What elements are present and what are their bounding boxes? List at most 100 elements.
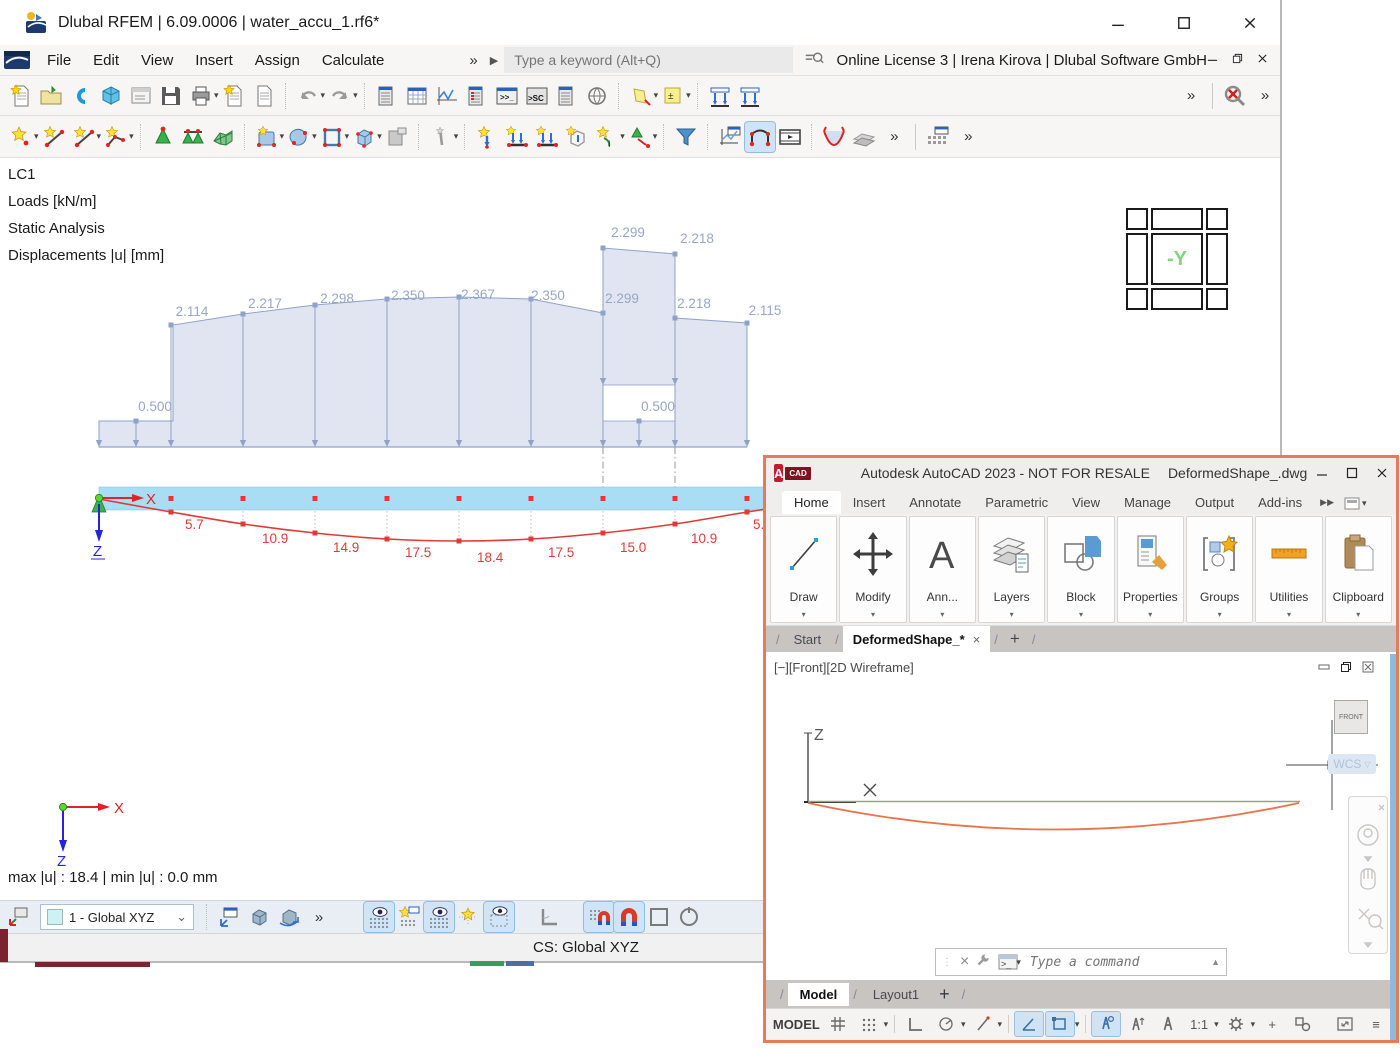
new-printout-report-button[interactable] bbox=[219, 81, 249, 111]
snap-mode-icon[interactable] bbox=[855, 1012, 883, 1036]
tab-annotate[interactable]: Annotate bbox=[897, 491, 973, 514]
command-wrench-icon[interactable] bbox=[976, 952, 991, 972]
support-assistant-button[interactable] bbox=[582, 81, 612, 111]
search-list-icon[interactable] bbox=[803, 49, 825, 71]
results-navigator-button[interactable] bbox=[462, 81, 492, 111]
panel-expand-icon[interactable]: ▾ bbox=[871, 604, 875, 622]
toolbar2-more-button[interactable]: » bbox=[879, 122, 909, 152]
menu-item-insert[interactable]: Insert bbox=[184, 48, 244, 73]
new-imposed-line-button[interactable] bbox=[592, 122, 622, 152]
panel-expand-icon[interactable]: ▾ bbox=[1079, 604, 1083, 622]
view-cube-corner[interactable] bbox=[1126, 288, 1148, 310]
ribbon-tab-overflow-icon[interactable]: ▶▶ bbox=[1314, 491, 1340, 514]
new-model-button[interactable] bbox=[6, 81, 36, 111]
undo-button[interactable] bbox=[293, 81, 323, 111]
model-data-button[interactable] bbox=[126, 81, 156, 111]
new-line-support-button[interactable] bbox=[178, 122, 208, 152]
panel-expand-icon[interactable]: ▾ bbox=[1218, 604, 1222, 622]
object-snap-tracking-icon[interactable] bbox=[1015, 1012, 1043, 1036]
new-member-button[interactable] bbox=[69, 122, 99, 152]
new-node-button[interactable] bbox=[6, 122, 36, 152]
toolbar2-more-2-button[interactable]: » bbox=[953, 122, 983, 152]
panel-minimize-icon[interactable] bbox=[1207, 51, 1218, 69]
ribbon-panel-block[interactable]: Block▾ bbox=[1047, 516, 1114, 623]
menu-item-file[interactable]: File bbox=[36, 48, 82, 73]
new-nodal-load-button[interactable] bbox=[472, 122, 502, 152]
model-cube-button[interactable] bbox=[96, 81, 126, 111]
file-tab-close-icon[interactable]: × bbox=[973, 632, 981, 647]
autocad-minimize-button[interactable] bbox=[1307, 462, 1337, 484]
ribbon-panel-clipboard[interactable]: Clipboard▾ bbox=[1325, 516, 1392, 623]
layout-tab-layout1[interactable]: Layout1 bbox=[861, 983, 931, 1006]
new-imposed-support-button[interactable] bbox=[625, 122, 655, 152]
object-snap-icon[interactable] bbox=[1046, 1012, 1074, 1036]
panel-restore-icon[interactable] bbox=[1232, 51, 1243, 69]
panel-expand-icon[interactable]: ▾ bbox=[1287, 604, 1291, 622]
viewport-minimize-icon[interactable] bbox=[1318, 660, 1330, 678]
view-cube-face[interactable]: -Y bbox=[1151, 233, 1203, 285]
command-grip[interactable]: ⋮ bbox=[942, 957, 953, 968]
new-surface-button[interactable] bbox=[252, 122, 282, 152]
new-layout-button[interactable]: + bbox=[931, 984, 958, 1005]
rotate-view-button[interactable] bbox=[274, 902, 304, 932]
zoom-reset-button[interactable] bbox=[1220, 81, 1250, 111]
new-rect-surface-button[interactable] bbox=[317, 122, 347, 152]
workspace-switching-icon[interactable] bbox=[1222, 1012, 1250, 1036]
panel-expand-icon[interactable]: ▾ bbox=[802, 604, 806, 622]
show-values-button[interactable] bbox=[424, 902, 454, 932]
script-panel-button[interactable] bbox=[522, 81, 552, 111]
new-line-button[interactable] bbox=[39, 122, 69, 152]
ribbon-collapse-icon[interactable]: ▾ bbox=[1340, 493, 1371, 514]
diagram-panel-button[interactable] bbox=[432, 81, 462, 111]
menu-item-view[interactable]: View bbox=[130, 48, 184, 73]
autocad-view-cube-front[interactable]: FRONT bbox=[1334, 700, 1368, 734]
dropdown-arrow-icon[interactable]: ▾ bbox=[998, 1019, 1003, 1030]
isometric-view-button[interactable] bbox=[244, 902, 274, 932]
ucs-indicator-button[interactable] bbox=[534, 902, 564, 932]
generated-load-1-button[interactable] bbox=[705, 81, 735, 111]
dlubal-center-button[interactable] bbox=[66, 81, 96, 111]
ribbon-panel-groups[interactable]: Groups▾ bbox=[1186, 516, 1253, 623]
viewport-cs-dropdown[interactable]: 1 - Global XYZ⌄ bbox=[40, 904, 194, 930]
annotation-visibility-icon[interactable] bbox=[1092, 1012, 1120, 1036]
menu-item-edit[interactable]: Edit bbox=[82, 48, 130, 73]
selection-circle-button[interactable] bbox=[674, 902, 704, 932]
panel-expand-icon[interactable]: ▾ bbox=[1148, 604, 1152, 622]
new-view-button[interactable] bbox=[214, 902, 244, 932]
command-line[interactable]: ⋮ × ▾ ▲ bbox=[935, 948, 1227, 976]
isolate-objects-icon[interactable] bbox=[1289, 1012, 1317, 1036]
show-numbering-button[interactable] bbox=[364, 902, 394, 932]
new-free-load-button[interactable] bbox=[562, 122, 592, 152]
rfem-close-button[interactable] bbox=[1228, 6, 1272, 40]
show-results-button[interactable] bbox=[745, 122, 775, 152]
navigator-panel-button[interactable] bbox=[372, 81, 402, 111]
status-plus[interactable]: + bbox=[1258, 1012, 1286, 1036]
autocad-close-button[interactable] bbox=[1367, 462, 1397, 484]
menu-item-calculate[interactable]: Calculate bbox=[311, 48, 396, 73]
edit-note-button[interactable] bbox=[658, 81, 688, 111]
edit-section-button[interactable] bbox=[626, 81, 656, 111]
menu-overflow-chevron[interactable]: » bbox=[463, 52, 483, 69]
mode-shapes-button[interactable] bbox=[819, 122, 849, 152]
new-member-load-button[interactable] bbox=[502, 122, 532, 152]
save-button[interactable] bbox=[156, 81, 186, 111]
panel-expand-icon[interactable]: ▾ bbox=[940, 604, 944, 622]
tab-addins[interactable]: Add-ins bbox=[1246, 491, 1314, 514]
snap-objects-button[interactable] bbox=[614, 902, 644, 932]
show-grid-points-button[interactable] bbox=[454, 902, 484, 932]
autocad-drawing-area[interactable]: Z [−][Front][2D Wireframe] FRONT WCS▽ bbox=[766, 652, 1396, 980]
autoscale-annotations-icon[interactable] bbox=[1123, 1012, 1151, 1036]
viewport-restore-icon[interactable] bbox=[1340, 660, 1352, 678]
annotation-scale-icon-icon[interactable] bbox=[1154, 1012, 1182, 1036]
view-cube-corner[interactable] bbox=[1126, 208, 1148, 230]
new-file-tab-button[interactable]: + bbox=[1002, 629, 1028, 649]
tab-output[interactable]: Output bbox=[1183, 491, 1246, 514]
ortho-mode-icon[interactable] bbox=[901, 1012, 929, 1036]
snap-grid-button[interactable] bbox=[584, 902, 614, 932]
clean-screen-icon[interactable] bbox=[1331, 1012, 1359, 1036]
visibilities-button[interactable] bbox=[849, 122, 879, 152]
assign-tool-button[interactable] bbox=[426, 122, 456, 152]
new-block-button[interactable] bbox=[382, 122, 412, 152]
toolbar1-more-button[interactable]: » bbox=[1176, 81, 1206, 111]
navigation-bar[interactable] bbox=[1348, 796, 1388, 954]
